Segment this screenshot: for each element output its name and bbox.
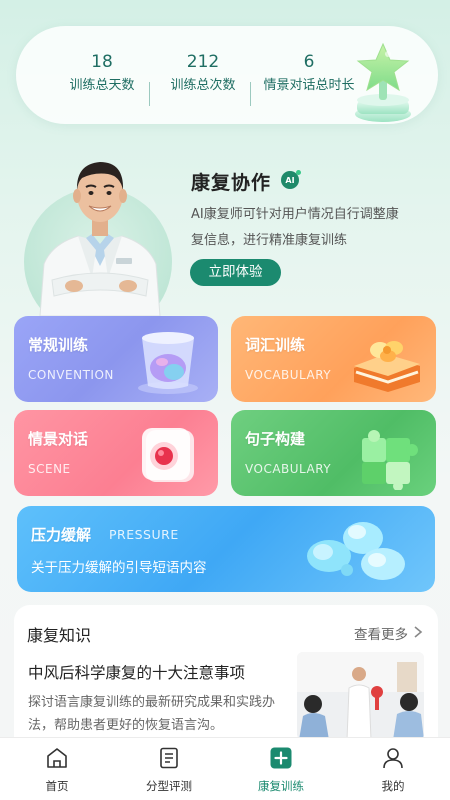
stat-label: 训练总次数 [170,78,236,93]
puzzle-icon [362,430,418,490]
card-title: 词汇训练 [245,336,306,354]
card-subtitle: PRESSURE [109,527,179,542]
try-now-button[interactable]: 立即体验 [190,259,281,286]
nav-home[interactable]: 首页 [12,738,102,800]
card-scene-dialogue[interactable]: 情景对话 SCENE [14,410,218,496]
coop-title: 康复协作 [191,172,272,194]
nav-rehab-training[interactable]: 康复训练 [236,738,326,800]
card-subtitle: VOCABULARY [245,368,332,382]
nav-label: 我的 [381,779,405,793]
chevron-right-icon[interactable] [412,625,424,639]
stat-value: 212 [186,52,220,72]
card-title: 情景对话 [28,430,89,448]
card-sentence-building[interactable]: 句子构建 VOCABULARY [231,410,436,496]
nav-assessment[interactable]: 分型评测 [124,738,214,800]
stat-training-count: 212 训练总次数 [160,52,246,94]
card-pressure-relief[interactable]: 压力缓解 PRESSURE 关于压力缓解的引导短语内容 [17,506,435,592]
speaker-icon [142,428,194,482]
star-trophy-icon [355,42,411,122]
home-icon [47,748,67,768]
stat-value: 6 [303,52,315,72]
divider [250,82,251,106]
stat-value: 18 [91,52,113,72]
cup-icon [138,332,198,394]
nav-label: 分型评测 [146,779,192,793]
card-convention-training[interactable]: 常规训练 CONVENTION [14,316,218,402]
view-more-link[interactable]: 查看更多 [354,623,408,643]
nav-label: 康复训练 [258,779,304,793]
card-vocabulary-training[interactable]: 词汇训练 VOCABULARY [231,316,436,402]
article-title[interactable]: 中风后科学康复的十大注意事项 [28,661,245,683]
divider [149,82,150,106]
stats-card: 18 训练总天数 212 训练总次数 6 情景对话总时长 [16,26,438,124]
user-icon [383,748,403,769]
nav-label: 首页 [45,779,69,793]
card-subtitle: SCENE [28,462,71,476]
stat-label: 情景对话总时长 [263,78,355,93]
article-description: 探讨语言康复训练的最新研究成果和实践办法，帮助患者更好的恢复语言沟。 [28,695,276,733]
stat-training-days: 18 训练总天数 [54,52,150,94]
cloud-bubbles-icon [307,522,405,580]
section-title: 康复知识 [27,626,92,645]
card-title: 常规训练 [28,336,89,354]
bottom-nav: 首页 分型评测 康复训练 我的 [0,737,450,800]
plus-square-icon [270,747,292,769]
document-icon [160,747,178,769]
nav-mine[interactable]: 我的 [348,738,438,800]
doctor-avatar [39,162,161,316]
sparkle-dot-icon [296,170,301,175]
book-icon [354,341,420,392]
coop-description: AI康复师可针对用户情况自行调整康复信息，进行精准康复训练 [191,207,399,248]
stat-label: 训练总天数 [69,78,135,93]
card-title: 句子构建 [245,430,306,448]
card-subtitle: CONVENTION [28,368,114,382]
stat-dialogue-duration: 6 情景对话总时长 [254,52,364,94]
card-subtitle: VOCABULARY [245,462,332,476]
card-description: 关于压力缓解的引导短语内容 [31,560,207,576]
card-title: 压力缓解 [31,526,92,544]
article-thumbnail[interactable] [297,652,424,740]
